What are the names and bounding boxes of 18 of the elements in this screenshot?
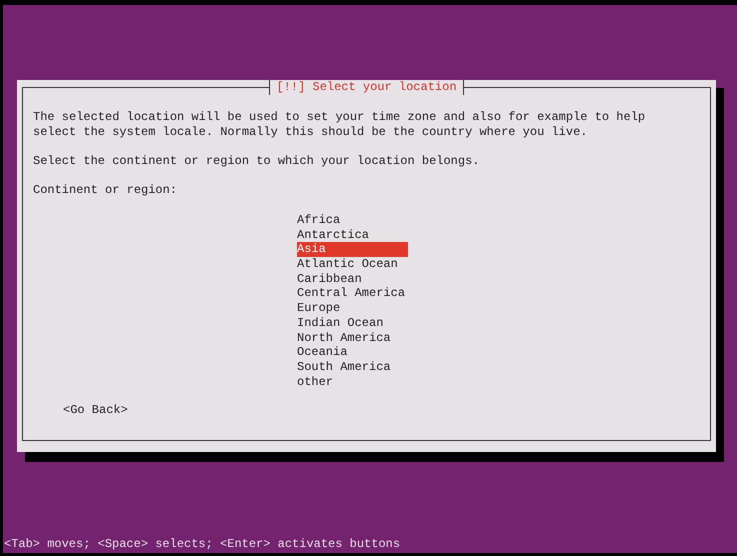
go-back-button[interactable]: <Go Back> xyxy=(63,403,128,418)
region-option[interactable]: South America xyxy=(297,360,408,375)
region-option[interactable]: Central America xyxy=(297,286,408,302)
status-bar-text: <Tab> moves; <Space> selects; <Enter> activates buttons xyxy=(3,537,402,553)
region-option[interactable]: other xyxy=(297,374,408,390)
region-option[interactable]: Antarctica xyxy=(297,228,408,242)
dialog-title: [!!] Select your location xyxy=(269,80,464,95)
region-option[interactable]: Africa xyxy=(297,212,408,228)
region-option[interactable]: Indian Ocean xyxy=(297,316,408,330)
region-option[interactable]: Caribbean xyxy=(297,272,408,286)
field-label: Continent or region: xyxy=(33,183,178,198)
region-option[interactable]: Atlantic Ocean xyxy=(297,256,408,272)
region-option[interactable]: Asia xyxy=(297,242,408,257)
description-text: The selected location will be used to set your time zone and also for example to help select the system locale. Normally this should be the country where you live. xyxy=(33,110,646,140)
prompt-text: Select the continent or region to which your location belongs. xyxy=(33,154,480,169)
region-option[interactable]: Europe xyxy=(297,301,408,316)
region-option[interactable]: North America xyxy=(297,330,408,346)
region-option[interactable]: Oceania xyxy=(297,345,408,360)
